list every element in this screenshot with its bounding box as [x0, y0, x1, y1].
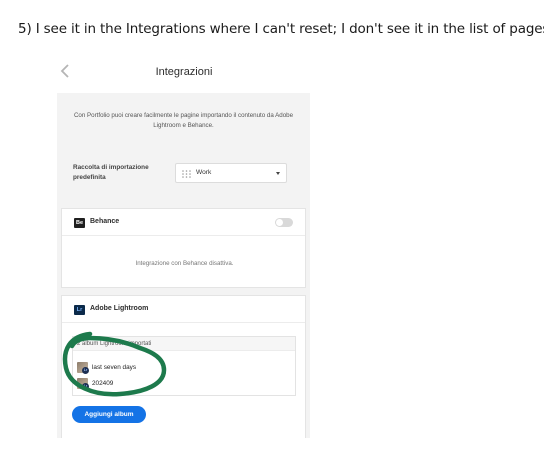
lightroom-badge-icon: Lr [82, 367, 89, 374]
add-album-button[interactable]: Aggiungi album [72, 406, 146, 423]
behance-status-text: Integrazione con Behance disattiva. [135, 260, 234, 267]
behance-toggle[interactable] [275, 218, 293, 227]
lightroom-badge-icon: Lr [82, 383, 89, 390]
default-import-select[interactable]: Work [175, 163, 287, 183]
albums-count-header: 2 album Lightroom importati [73, 337, 295, 351]
behance-card: Be Behance Integrazione con Behance disa… [61, 208, 306, 288]
default-import-row: Raccolta di importazione predefinita Wor… [65, 151, 302, 199]
integrations-panel: Con Portfolio puoi creare facilmente le … [57, 93, 310, 438]
chevron-down-icon [276, 172, 280, 175]
intro-text: Con Portfolio puoi creare facilmente le … [73, 112, 294, 129]
behance-title: Behance [90, 218, 120, 225]
chevron-left-icon[interactable] [58, 62, 74, 80]
screenshot-caption: 5) I see it in the Integrations where I … [18, 21, 544, 37]
album-name: last seven days [92, 364, 137, 371]
behance-logo-icon: Be [74, 218, 85, 228]
lightroom-title: Adobe Lightroom [90, 305, 149, 312]
lightroom-card-header: Lr Adobe Lightroom [62, 296, 305, 323]
behance-card-header: Be Behance [62, 209, 305, 236]
imported-albums-list: 2 album Lightroom importati Lr last seve… [72, 336, 296, 396]
page-title: Integrazioni [155, 66, 213, 78]
default-import-value: Work [196, 169, 212, 176]
grid-icon [182, 170, 191, 178]
lightroom-logo-icon: Lr [74, 305, 85, 315]
album-name: 202409 [92, 380, 114, 387]
default-import-label: Raccolta di importazione predefinita [73, 164, 149, 181]
